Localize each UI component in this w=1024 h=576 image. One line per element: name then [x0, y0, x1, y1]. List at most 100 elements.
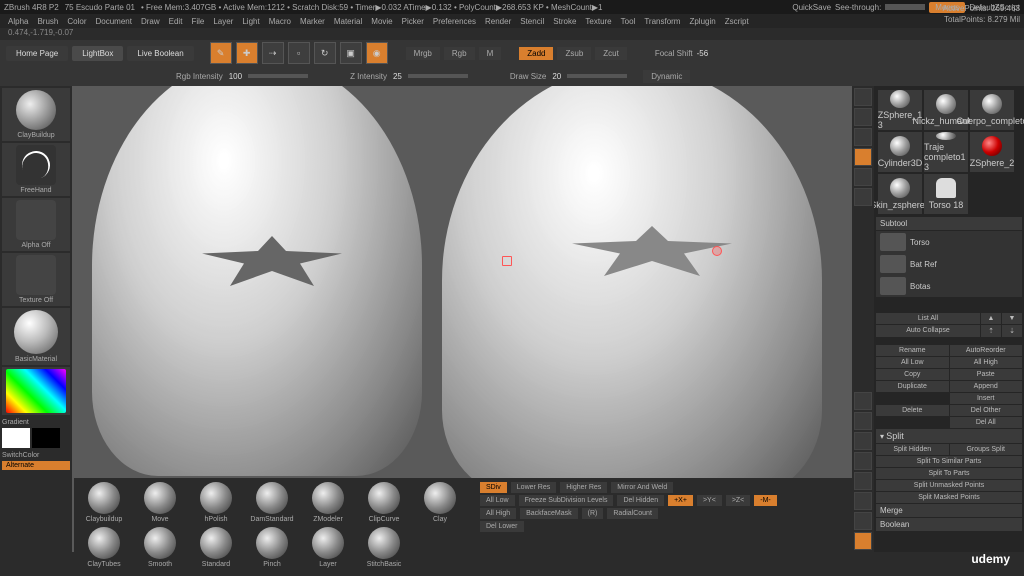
subtool-row[interactable]: Torso [876, 231, 1022, 253]
brush-slot[interactable]: ClayBuildup [2, 88, 70, 141]
rgb-button[interactable]: Rgb [444, 47, 475, 60]
mirror-button[interactable]: Mirror And Weld [611, 482, 673, 493]
listall-button[interactable]: List All [876, 313, 980, 324]
tool-thumb[interactable]: Cylinder3D [878, 132, 922, 172]
zsub-button[interactable]: Zsub [557, 47, 591, 60]
brush-zmodeler[interactable]: ZModeler [302, 482, 354, 523]
yp-button[interactable]: >Y< [697, 495, 722, 506]
brush-move[interactable]: Move [134, 482, 186, 523]
alpha-slot[interactable]: Alpha Off [2, 198, 70, 251]
alllow2-button[interactable]: All Low [480, 495, 515, 506]
menu-macro[interactable]: Macro [269, 17, 291, 26]
backface-button[interactable]: BackfaceMask [520, 508, 578, 519]
sdiv-slider[interactable]: SDiv [480, 482, 507, 493]
alllow-button[interactable]: All Low [876, 357, 949, 368]
split-header[interactable]: ▾ Split [876, 429, 1022, 443]
menu-tool[interactable]: Tool [621, 17, 636, 26]
brush-claytubes[interactable]: ClayTubes [78, 527, 130, 568]
radial-label[interactable]: RadialCount [607, 508, 658, 519]
allhigh-button[interactable]: All High [950, 357, 1023, 368]
subtool-row[interactable]: Botas [876, 275, 1022, 297]
delhidden-button[interactable]: Del Hidden [617, 495, 664, 506]
brush-damstandard[interactable]: DamStandard [246, 482, 298, 523]
move-down-icon[interactable]: ⇣ [1002, 325, 1022, 337]
tool-thumb[interactable]: Cuerpo_completo [970, 90, 1014, 130]
bpr-icon[interactable] [854, 88, 872, 106]
menu-zscript[interactable]: Zscript [725, 17, 749, 26]
gizmo-icon[interactable]: ◉ [366, 42, 388, 64]
higherres-button[interactable]: Higher Res [560, 482, 607, 493]
move-icon[interactable]: ⇢ [262, 42, 284, 64]
edit-icon[interactable]: ✎ [210, 42, 232, 64]
xp-button[interactable]: +X+ [668, 495, 693, 506]
menu-alpha[interactable]: Alpha [8, 17, 28, 26]
menu-brush[interactable]: Brush [37, 17, 58, 26]
tab-lightbox[interactable]: LightBox [72, 46, 123, 61]
subtool-row[interactable]: Bat Ref [876, 253, 1022, 275]
zint-slider[interactable] [408, 74, 468, 78]
zp-button[interactable]: >Z< [726, 495, 750, 506]
r-button[interactable]: (R) [582, 508, 604, 519]
menu-zplugin[interactable]: Zplugin [689, 17, 715, 26]
frame-icon[interactable] [854, 392, 872, 410]
delother-button[interactable]: Del Other [950, 405, 1023, 416]
floor-icon[interactable] [854, 128, 872, 146]
rgbint-value[interactable]: 100 [229, 72, 242, 81]
copy-button[interactable]: Copy [876, 369, 949, 380]
rotate-icon[interactable]: ↻ [314, 42, 336, 64]
xpose-icon[interactable] [854, 532, 872, 550]
material-slot[interactable]: BasicMaterial [2, 308, 70, 365]
splithidden-button[interactable]: Split Hidden [876, 444, 949, 455]
menu-file[interactable]: File [191, 17, 204, 26]
lowerres-button[interactable]: Lower Res [511, 482, 556, 493]
quicksave-button[interactable]: QuickSave [792, 3, 831, 12]
gizmo-marker[interactable] [712, 246, 722, 256]
menu-stencil[interactable]: Stencil [520, 17, 544, 26]
menu-draw[interactable]: Draw [141, 17, 160, 26]
lsym-icon[interactable] [854, 168, 872, 186]
menu-picker[interactable]: Picker [402, 17, 424, 26]
menu-movie[interactable]: Movie [371, 17, 392, 26]
seethrough-slider[interactable] [885, 4, 925, 10]
visibility-icon[interactable] [880, 233, 906, 251]
menu-material[interactable]: Material [334, 17, 362, 26]
tab-liveboolean[interactable]: Live Boolean [127, 46, 193, 61]
drawsize-slider[interactable] [567, 74, 627, 78]
dellower-button[interactable]: Del Lower [480, 521, 524, 532]
rename-button[interactable]: Rename [876, 345, 949, 356]
local-icon[interactable] [854, 148, 872, 166]
mm-button[interactable]: -M- [754, 495, 777, 506]
menu-render[interactable]: Render [485, 17, 511, 26]
stroke-slot[interactable]: FreeHand [2, 143, 70, 196]
xyz-icon[interactable] [854, 188, 872, 206]
rgbint-slider[interactable] [248, 74, 308, 78]
menu-document[interactable]: Document [96, 17, 132, 26]
drawsize-value[interactable]: 20 [552, 72, 561, 81]
delete-button[interactable]: Delete [876, 405, 949, 416]
tool-thumb[interactable]: Traje completo1 3 [924, 132, 968, 172]
menu-texture[interactable]: Texture [585, 17, 611, 26]
visibility-icon[interactable] [880, 277, 906, 295]
menu-color[interactable]: Color [67, 17, 86, 26]
focal-value[interactable]: -56 [697, 49, 709, 58]
menu-marker[interactable]: Marker [300, 17, 325, 26]
persp-icon[interactable] [854, 108, 872, 126]
dynamic-button[interactable]: Dynamic [643, 70, 690, 83]
subtool-header[interactable]: Subtool [876, 217, 1022, 230]
tool-thumb[interactable]: ZSphere_2 [970, 132, 1014, 172]
tool-thumb[interactable]: Torso 18 [924, 174, 968, 214]
paste-button[interactable]: Paste [950, 369, 1023, 380]
zcut-button[interactable]: Zcut [595, 47, 627, 60]
zoom3d-icon[interactable] [854, 412, 872, 430]
boolean-header[interactable]: Boolean [876, 518, 1022, 531]
m-button[interactable]: M [479, 47, 502, 60]
color-picker[interactable] [2, 367, 70, 415]
menu-stroke[interactable]: Stroke [553, 17, 576, 26]
menu-layer[interactable]: Layer [213, 17, 233, 26]
brush-hpolish[interactable]: hPolish [190, 482, 242, 523]
autocollapse-button[interactable]: Auto Collapse [876, 325, 980, 337]
merge-header[interactable]: Merge [876, 504, 1022, 517]
splitsimilar-button[interactable]: Split To Similar Parts [876, 456, 1022, 467]
freeze-button[interactable]: Freeze SubDivision Levels [519, 495, 614, 506]
splitmasked-button[interactable]: Split Masked Points [876, 492, 1022, 503]
